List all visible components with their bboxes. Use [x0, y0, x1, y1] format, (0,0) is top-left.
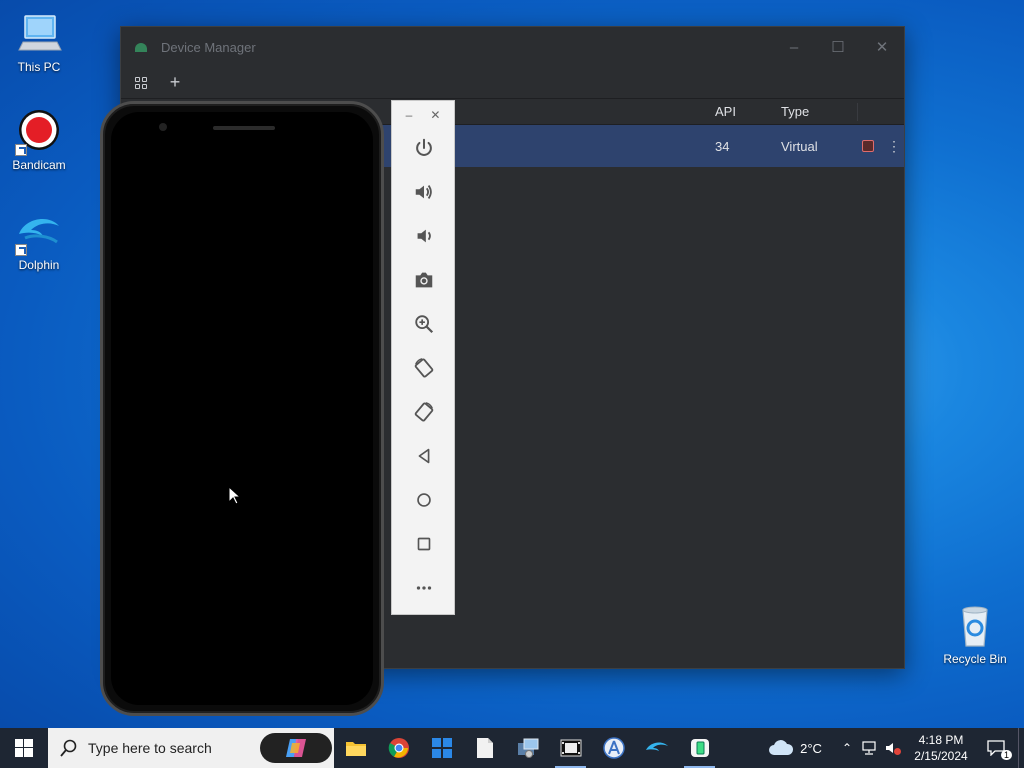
power-icon	[416, 138, 432, 156]
windows-logo-icon	[15, 739, 33, 757]
folder-icon	[345, 742, 366, 756]
shortcut-arrow-icon	[15, 244, 27, 256]
chrome-icon	[388, 738, 409, 758]
emulator-toolbar: – ✕	[391, 100, 455, 615]
home-circle-icon	[417, 493, 431, 507]
back-triangle-icon	[418, 448, 430, 464]
home-button[interactable]	[408, 484, 440, 516]
system-tray: 2°C ⌃ 4:18 PM 2/15/2024 1	[768, 728, 1024, 768]
device-grid-icon[interactable]	[133, 75, 149, 91]
screenshot-button[interactable]	[408, 264, 440, 296]
film-strip-icon	[560, 739, 581, 757]
column-header-type[interactable]: Type	[781, 104, 809, 119]
window-title: Device Manager	[161, 39, 256, 55]
notification-count-badge: 1	[1000, 750, 1012, 760]
more-options-icon[interactable]: ⋮	[887, 138, 901, 155]
search-icon	[60, 739, 77, 757]
column-header-api[interactable]: API	[715, 104, 736, 119]
taskbar-file-explorer[interactable]	[334, 728, 377, 768]
search-placeholder: Type here to search	[88, 740, 212, 756]
camera-icon	[415, 272, 433, 288]
computer-icon	[15, 10, 63, 58]
power-button[interactable]	[408, 132, 440, 164]
stop-device-button[interactable]	[862, 140, 874, 152]
taskbar-android-studio[interactable]	[592, 728, 635, 768]
shortcut-arrow-icon	[15, 144, 27, 156]
weather-widget[interactable]: 2°C	[768, 740, 822, 756]
taskbar: Type here to search 2°C ⌃ 4:18 PM 2/15/2…	[0, 728, 1024, 768]
show-desktop-button[interactable]	[1018, 728, 1024, 768]
dolphin-icon	[15, 208, 63, 256]
notification-center-button[interactable]: 1	[974, 740, 1018, 760]
taskbar-notepad[interactable]	[463, 728, 506, 768]
rotate-right-button[interactable]	[408, 396, 440, 428]
overview-button[interactable]	[408, 528, 440, 560]
android-studio-icon	[602, 737, 625, 759]
back-button[interactable]	[408, 440, 440, 472]
rotate-right-icon	[414, 402, 434, 422]
desktop-icon-label: Recycle Bin	[943, 652, 1007, 666]
clock-time: 4:18 PM	[918, 733, 964, 747]
earpiece-speaker	[213, 126, 275, 130]
control-panel-icon	[517, 738, 538, 758]
taskbar-dolphin[interactable]	[635, 728, 678, 768]
bandicam-icon	[15, 108, 63, 156]
volume-down-icon	[417, 229, 431, 243]
front-camera-icon	[159, 123, 167, 131]
taskbar-settings-app[interactable]	[506, 728, 549, 768]
start-button[interactable]	[0, 728, 48, 768]
device-type: Virtual	[781, 138, 818, 154]
maximize-button[interactable]: ☐	[816, 27, 860, 67]
windows-tiles-icon	[431, 738, 452, 758]
android-icon	[135, 42, 147, 52]
clock-date: 2/15/2024	[914, 749, 968, 763]
emulator-phone-frame	[100, 101, 384, 716]
minimize-button[interactable]: –	[772, 27, 816, 67]
zoom-button[interactable]	[408, 308, 440, 340]
emulator-screen[interactable]	[111, 112, 373, 705]
mouse-cursor-icon	[228, 486, 242, 505]
taskbar-chrome[interactable]	[377, 728, 420, 768]
desktop-icon-label: This PC	[17, 60, 61, 74]
taskbar-video-editor[interactable]	[549, 728, 592, 768]
desktop-icon-dolphin[interactable]: Dolphin	[1, 208, 77, 272]
desktop-icon-recycle-bin[interactable]: Recycle Bin	[937, 602, 1013, 666]
volume-down-button[interactable]	[408, 220, 440, 252]
close-button[interactable]: ✕	[860, 27, 904, 67]
overview-square-icon	[417, 537, 431, 551]
volume-up-button[interactable]	[408, 176, 440, 208]
taskbar-store[interactable]	[420, 728, 463, 768]
rotate-left-button[interactable]	[408, 352, 440, 384]
weather-temperature: 2°C	[800, 740, 822, 756]
recycle-bin-icon	[951, 602, 999, 650]
taskbar-search-box[interactable]: Type here to search	[48, 728, 334, 768]
more-button[interactable]	[408, 572, 440, 604]
document-icon	[476, 738, 493, 758]
desktop-icon-label: Bandicam	[12, 158, 66, 172]
volume-muted-icon[interactable]	[884, 740, 902, 756]
cloud-icon	[769, 740, 794, 755]
add-device-button[interactable]: +	[167, 72, 183, 92]
emulator-icon	[690, 739, 709, 757]
more-dots-icon	[416, 586, 432, 590]
window-titlebar[interactable]: Device Manager – ☐ ✕	[121, 27, 904, 67]
dolphin-icon	[645, 742, 668, 751]
zoom-in-icon	[415, 315, 434, 334]
show-hidden-icons-button[interactable]: ⌃	[842, 741, 852, 755]
taskbar-emulator[interactable]	[678, 728, 721, 768]
desktop-icon-label: Dolphin	[18, 258, 60, 272]
device-api-level: 34	[715, 138, 730, 154]
desktop-icon-this-pc[interactable]: This PC	[1, 10, 77, 74]
emulator-minimize-button[interactable]: –	[406, 108, 413, 122]
device-manager-toolbar: +	[121, 67, 904, 99]
emulator-close-button[interactable]: ✕	[430, 108, 440, 122]
desktop-icon-bandicam[interactable]: Bandicam	[1, 108, 77, 172]
copilot-button[interactable]	[260, 733, 332, 763]
network-icon[interactable]	[860, 740, 878, 756]
clock[interactable]: 4:18 PM 2/15/2024	[908, 732, 974, 764]
copilot-icon	[286, 739, 306, 757]
rotate-left-icon	[414, 358, 434, 378]
volume-up-icon	[415, 185, 432, 199]
column-divider	[857, 103, 858, 121]
